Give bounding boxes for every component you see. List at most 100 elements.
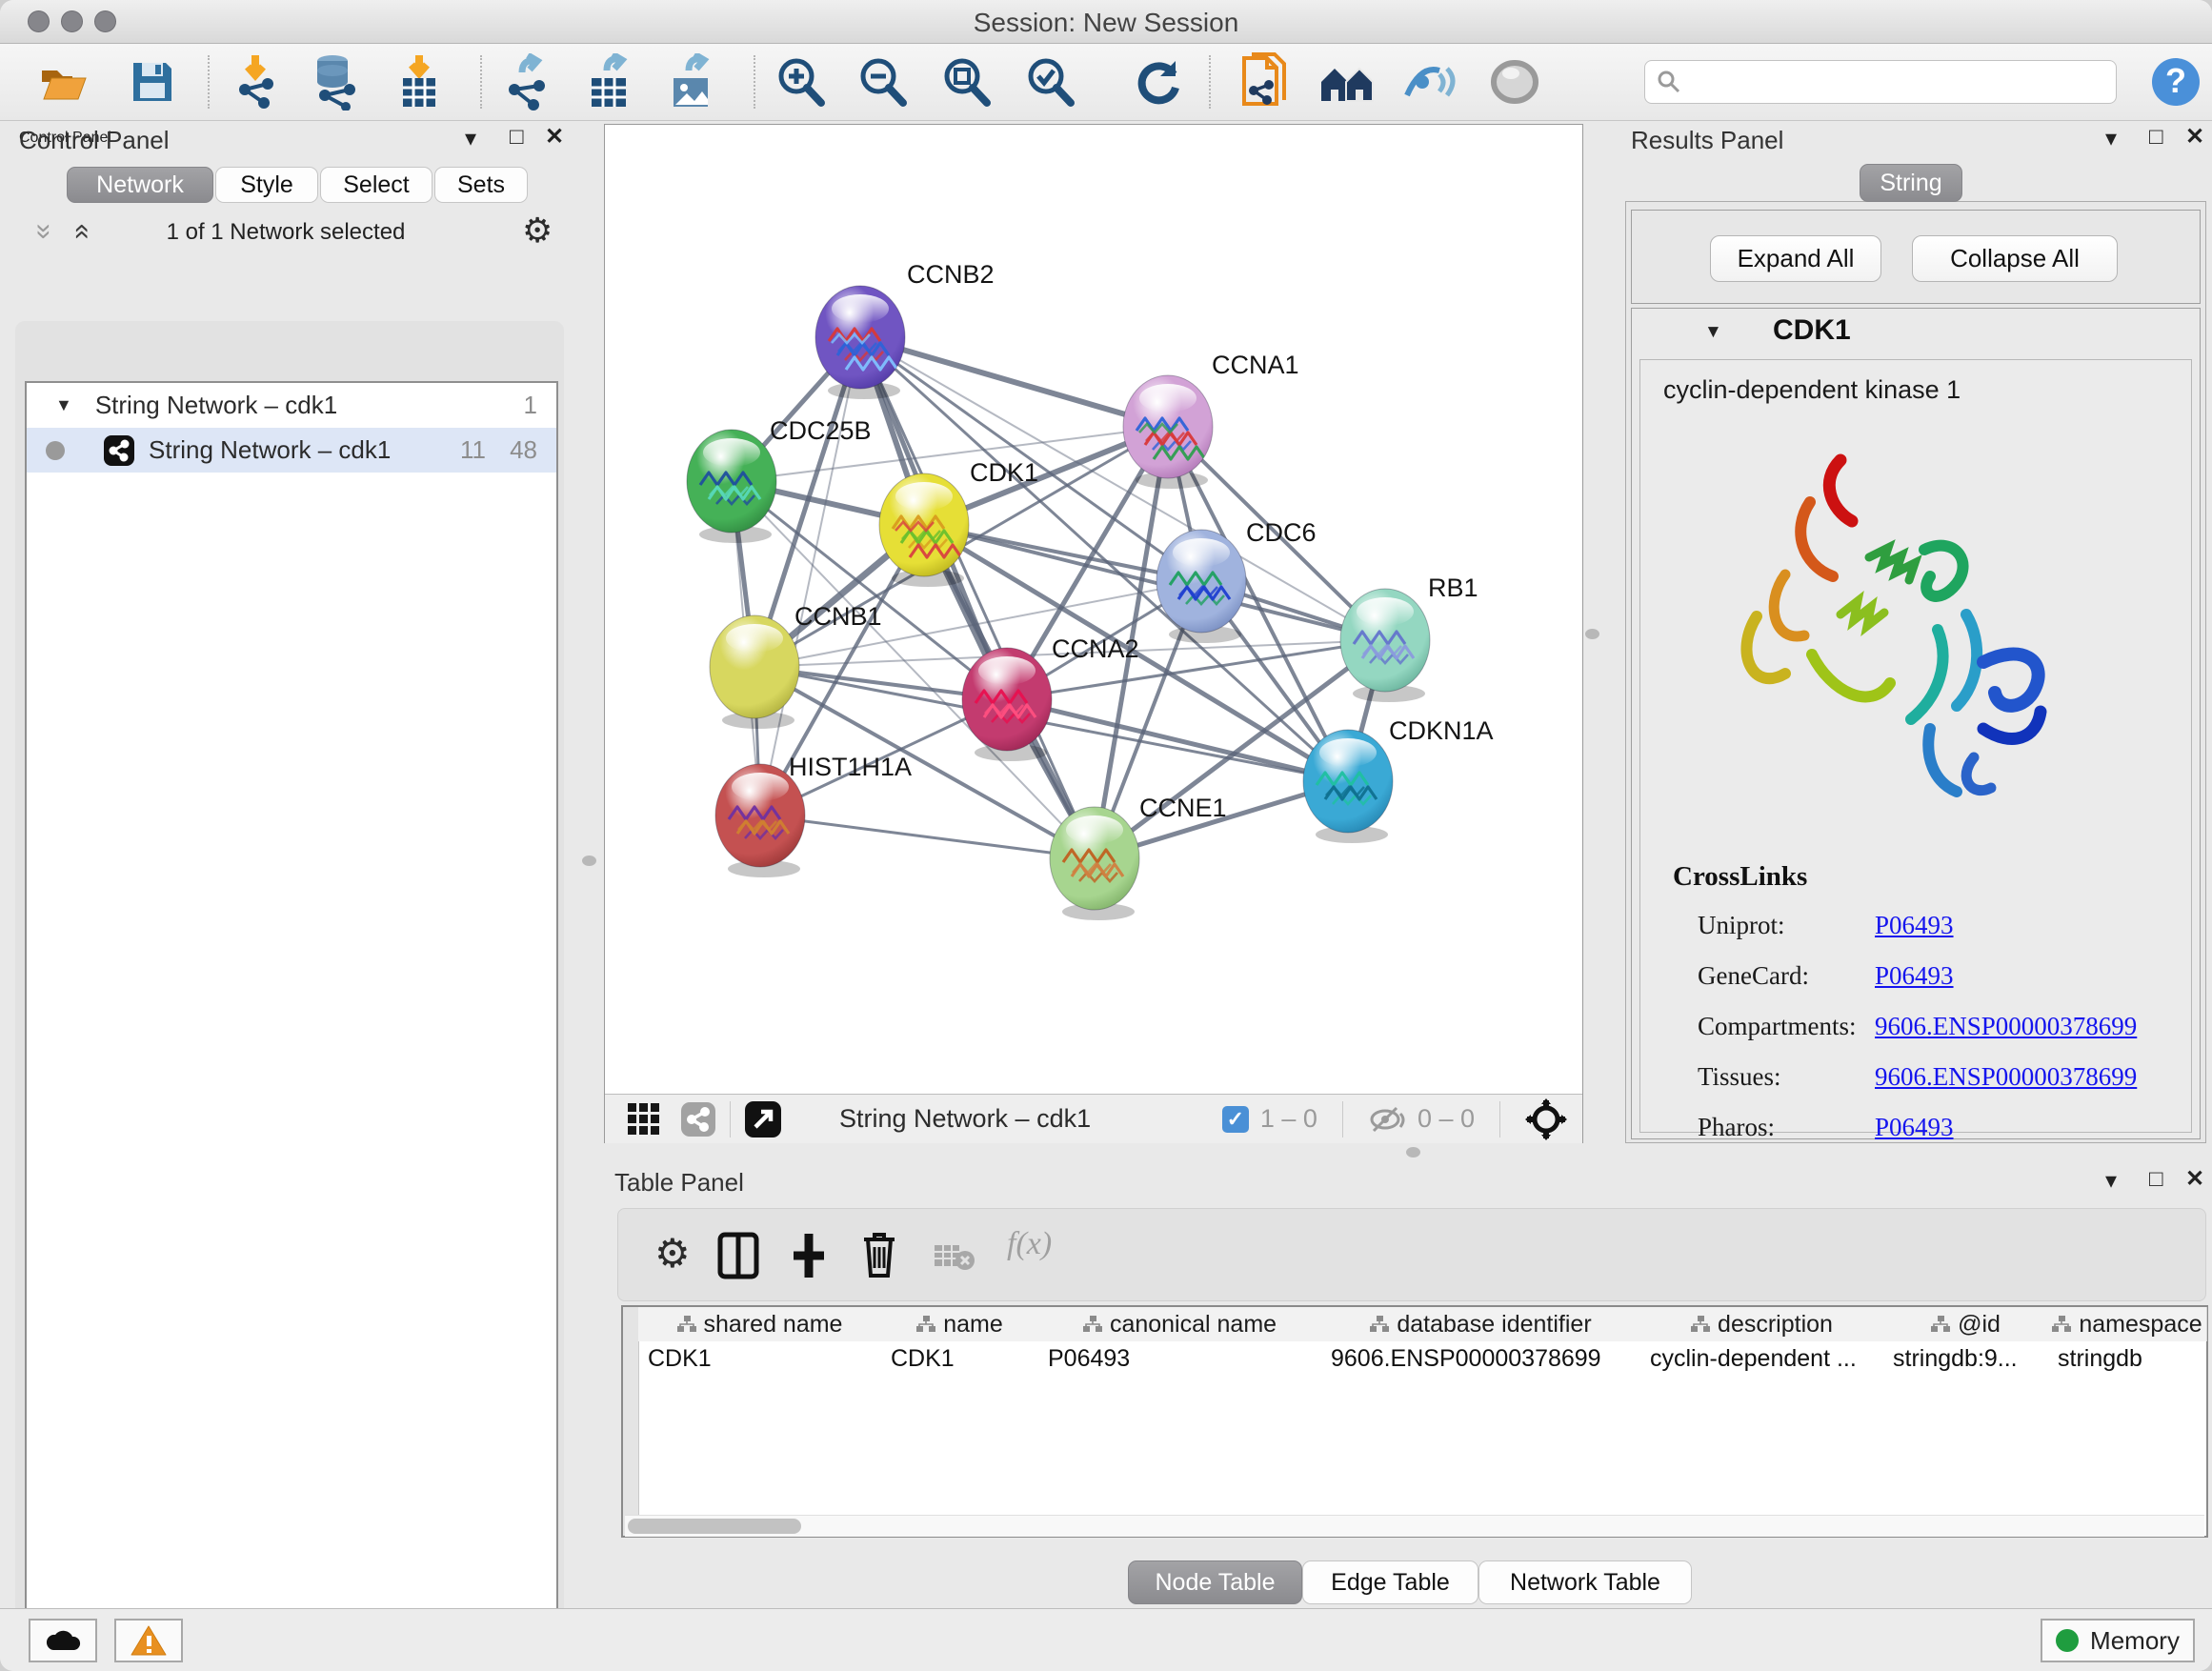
detach-view-icon[interactable] [744, 1100, 782, 1138]
import-table-from-file-button[interactable] [389, 51, 450, 112]
table-header-row[interactable]: shared namenamecanonical namedatabase id… [638, 1307, 2206, 1341]
table-cell[interactable]: CDK1 [887, 1341, 1038, 1376]
column-header--id[interactable]: @id [1883, 1307, 2049, 1341]
tab-select[interactable]: Select [320, 167, 432, 203]
collapse-panel-icon[interactable]: ▾ [2105, 1170, 2117, 1193]
zoom-selected-button[interactable] [1019, 51, 1080, 112]
protein-structure-image [1698, 443, 2079, 824]
table-cell[interactable]: stringdb:9... [1889, 1341, 2048, 1376]
tab-network[interactable]: Network [67, 167, 213, 203]
expand-all-button[interactable]: Expand All [1710, 235, 1881, 282]
bottom-splitter-handle[interactable] [1406, 1147, 1420, 1158]
open-session-button[interactable] [34, 51, 95, 112]
cloud-status-button[interactable] [29, 1619, 97, 1662]
scrollbar-thumb[interactable] [628, 1519, 801, 1534]
left-splitter-handle[interactable] [582, 856, 596, 866]
pan-crosshair-icon[interactable] [1525, 1098, 1567, 1140]
export-image-button[interactable] [661, 51, 722, 112]
expand-all-networks-icon[interactable]: » [72, 215, 89, 248]
birds-eye-view-button[interactable] [1484, 51, 1545, 112]
crosslinks-title: CrossLinks [1673, 861, 2191, 893]
column-header-database-identifier[interactable]: database identifier [1321, 1307, 1641, 1341]
table-cell[interactable]: P06493 [1044, 1341, 1321, 1376]
collapse-all-networks-icon[interactable]: » [36, 215, 52, 248]
delete-column-icon[interactable] [858, 1230, 900, 1279]
close-panel-icon[interactable]: ✕ [2185, 126, 2204, 149]
float-panel-icon[interactable]: □ [510, 126, 524, 149]
toolbar-separator [208, 55, 210, 109]
zoom-fit-button[interactable] [935, 51, 996, 112]
refresh-view-button[interactable] [1128, 51, 1189, 112]
selected-checkbox-icon[interactable]: ✓ [1222, 1106, 1249, 1133]
section-collapse-icon[interactable]: ▼ [1704, 322, 1722, 343]
horizontal-scrollbar[interactable] [625, 1515, 2204, 1537]
network-view-panel[interactable]: CCNB2CCNA1CDC25BCDK1CDC6RB1CCNB1CCNA2CDK… [604, 124, 1583, 1143]
crosslink-link[interactable]: 9606.ENSP00000378699 [1875, 1012, 2137, 1041]
tab-node-table[interactable]: Node Table [1128, 1560, 1302, 1604]
collection-expand-icon[interactable]: ▼ [55, 395, 72, 415]
zoom-in-button[interactable] [770, 51, 831, 112]
export-table-button[interactable] [579, 51, 640, 112]
crosslink-row: Pharos:P06493 [1698, 1102, 2191, 1153]
save-session-button[interactable] [122, 51, 183, 112]
tab-string[interactable]: String [1860, 164, 1962, 202]
import-network-from-database-button[interactable] [305, 51, 366, 112]
tab-style[interactable]: Style [215, 167, 318, 203]
show-graphics-details-button[interactable] [1398, 51, 1459, 112]
crosslink-link[interactable]: 9606.ENSP00000378699 [1875, 1062, 2137, 1092]
network-collection-row[interactable]: ▼ String Network – cdk1 1 [27, 383, 556, 428]
memory-button[interactable]: Memory [2041, 1619, 2195, 1662]
crosslink-label: GeneCard: [1698, 961, 1875, 991]
help-button[interactable]: ? [2145, 51, 2206, 112]
network-from-file-button[interactable] [1235, 51, 1296, 112]
right-splitter-handle[interactable] [1585, 629, 1599, 639]
network-options-gear-icon[interactable]: ⚙ [522, 211, 553, 251]
network-canvas[interactable]: CCNB2CCNA1CDC25BCDK1CDC6RB1CCNB1CCNA2CDK… [605, 125, 1582, 1093]
tab-network-table[interactable]: Network Table [1478, 1560, 1692, 1604]
network-share-icon[interactable] [680, 1101, 716, 1137]
crosslink-link[interactable]: P06493 [1875, 1113, 1954, 1142]
table-cell[interactable]: cyclin-dependent ... [1646, 1341, 1883, 1376]
crosslink-row: GeneCard:P06493 [1698, 951, 2191, 1001]
table-cell[interactable]: CDK1 [644, 1341, 881, 1376]
zoom-out-button[interactable] [852, 51, 913, 112]
import-network-from-file-button[interactable] [225, 51, 286, 112]
results-panel-title: Results Panel [1631, 126, 1783, 155]
grid-view-icon[interactable] [628, 1103, 659, 1135]
column-header-name[interactable]: name [881, 1307, 1039, 1341]
crosslink-link[interactable]: P06493 [1875, 911, 1954, 940]
viewbar-separator [1342, 1101, 1343, 1137]
column-header-namespace[interactable]: namespace [2048, 1307, 2207, 1341]
home-networks-button[interactable] [1317, 51, 1377, 112]
column-header-canonical-name[interactable]: canonical name [1038, 1307, 1322, 1341]
current-network-dot [46, 441, 65, 460]
collapse-all-button[interactable]: Collapse All [1912, 235, 2118, 282]
tab-edge-table[interactable]: Edge Table [1302, 1560, 1478, 1604]
float-panel-icon[interactable]: □ [2149, 126, 2163, 149]
table-options-gear-icon[interactable]: ⚙ [654, 1230, 691, 1277]
crosslink-link[interactable]: P06493 [1875, 961, 1954, 991]
show-columns-icon[interactable] [717, 1232, 759, 1279]
collection-count: 1 [524, 391, 537, 420]
node-table[interactable]: shared namenamecanonical namedatabase id… [621, 1305, 2208, 1538]
collapse-panel-icon[interactable]: ▾ [2105, 128, 2117, 151]
table-row[interactable]: CDK1CDK1P064939606.ENSP00000378699cyclin… [638, 1341, 2206, 1378]
table-cell[interactable]: 9606.ENSP00000378699 [1327, 1341, 1640, 1376]
node-count: 11 [460, 435, 486, 465]
column-header-description[interactable]: description [1640, 1307, 1884, 1341]
close-panel-icon[interactable]: ✕ [545, 126, 564, 149]
collapse-panel-icon[interactable]: ▾ [465, 128, 476, 151]
network-row-selected[interactable]: String Network – cdk1 11 48 [27, 428, 556, 473]
warning-status-button[interactable] [114, 1619, 183, 1662]
float-panel-icon[interactable]: □ [2149, 1168, 2163, 1191]
table-cell[interactable]: stringdb [2054, 1341, 2206, 1376]
add-column-icon[interactable] [788, 1232, 830, 1279]
search-box[interactable] [1644, 60, 2117, 104]
export-network-button[interactable] [496, 51, 557, 112]
tab-sets[interactable]: Sets [434, 167, 528, 203]
search-input[interactable] [1681, 68, 2085, 96]
section-title: CDK1 [1773, 314, 1851, 347]
status-bar: Memory [0, 1608, 2212, 1671]
column-header-shared-name[interactable]: shared name [638, 1307, 882, 1341]
close-panel-icon[interactable]: ✕ [2185, 1168, 2204, 1191]
